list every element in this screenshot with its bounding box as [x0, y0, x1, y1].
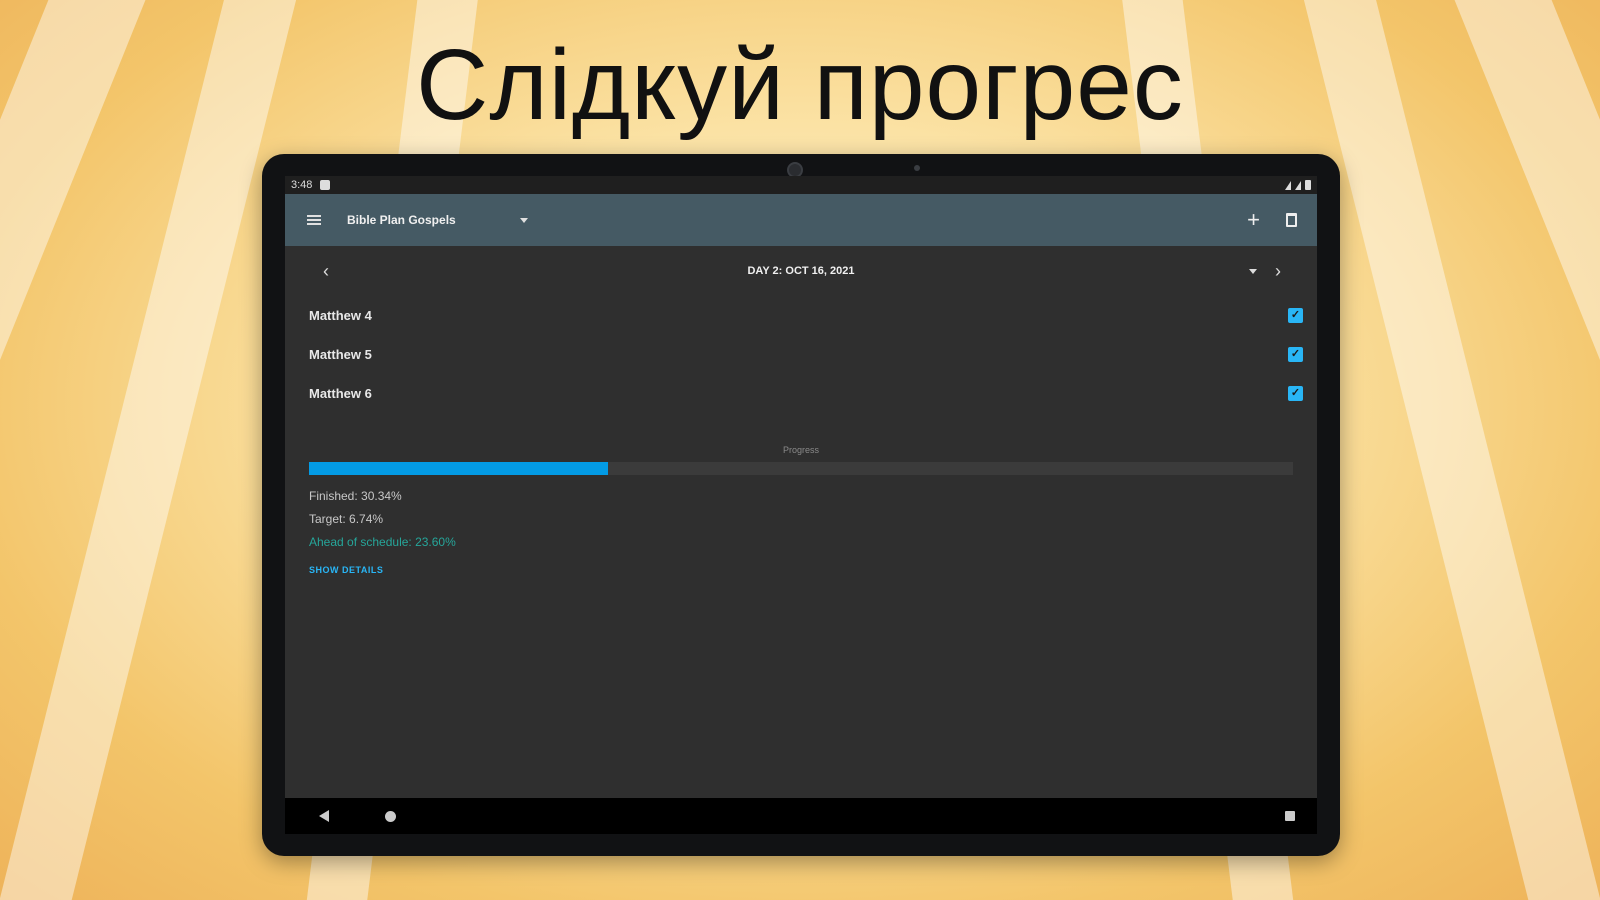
progress-fill — [309, 462, 608, 475]
status-icons — [1285, 180, 1311, 190]
progress-bar — [309, 462, 1293, 475]
menu-icon[interactable] — [307, 215, 321, 225]
tablet-frame: 3:48 Bible Plan Gospels + ‹ DAY 2: OCT 1… — [262, 154, 1340, 856]
back-icon[interactable] — [319, 810, 329, 822]
reading-name: Matthew 4 — [309, 308, 372, 323]
headline: Слідкуй прогрес — [416, 29, 1184, 141]
progress-label: Progress — [782, 445, 819, 455]
target-stat: Target: 6.74% — [309, 512, 384, 526]
status-bar: 3:48 — [285, 176, 1317, 194]
progress-stats: Finished: 30.34% Target: 6.74% Ahead of … — [285, 475, 1317, 554]
app-toolbar: Bible Plan Gospels + — [285, 194, 1317, 246]
sensor-dot — [914, 165, 920, 171]
system-nav-bar — [285, 798, 1317, 834]
finished-stat: Finished: 30.34% — [309, 489, 402, 503]
day-label: DAY 2: OCT 16, 2021 — [747, 265, 855, 277]
checkbox-checked-icon[interactable]: ✓ — [1288, 386, 1303, 401]
plus-icon[interactable]: + — [1247, 209, 1260, 231]
status-time: 3:48 — [291, 179, 313, 191]
checkbox-checked-icon[interactable]: ✓ — [1288, 347, 1303, 362]
chevron-down-icon[interactable] — [519, 217, 528, 223]
signal-icon — [1295, 180, 1301, 190]
wifi-icon — [1285, 180, 1291, 190]
home-icon[interactable] — [385, 810, 396, 822]
reading-name: Matthew 5 — [309, 347, 372, 362]
notification-icon — [320, 180, 331, 190]
reading-list: Matthew 4 ✓ Matthew 5 ✓ Matthew 6 ✓ — [285, 296, 1317, 413]
battery-icon — [1305, 180, 1311, 190]
day-navigator: ‹ DAY 2: OCT 16, 2021 › — [285, 246, 1317, 296]
show-details-button[interactable]: SHOW DETAILS — [285, 554, 1317, 575]
list-item[interactable]: Matthew 4 ✓ — [309, 296, 1303, 335]
checkbox-checked-icon[interactable]: ✓ — [1288, 308, 1303, 323]
trash-icon[interactable] — [1286, 213, 1297, 227]
app-screen: 3:48 Bible Plan Gospels + ‹ DAY 2: OCT 1… — [285, 176, 1317, 834]
list-item[interactable]: Matthew 5 ✓ — [309, 335, 1303, 374]
list-item[interactable]: Matthew 6 ✓ — [309, 374, 1303, 413]
plan-selector-label[interactable]: Bible Plan Gospels — [347, 213, 456, 227]
recents-icon[interactable] — [1285, 811, 1295, 821]
reading-name: Matthew 6 — [309, 386, 372, 401]
ahead-stat: Ahead of schedule: 23.60% — [309, 535, 456, 549]
